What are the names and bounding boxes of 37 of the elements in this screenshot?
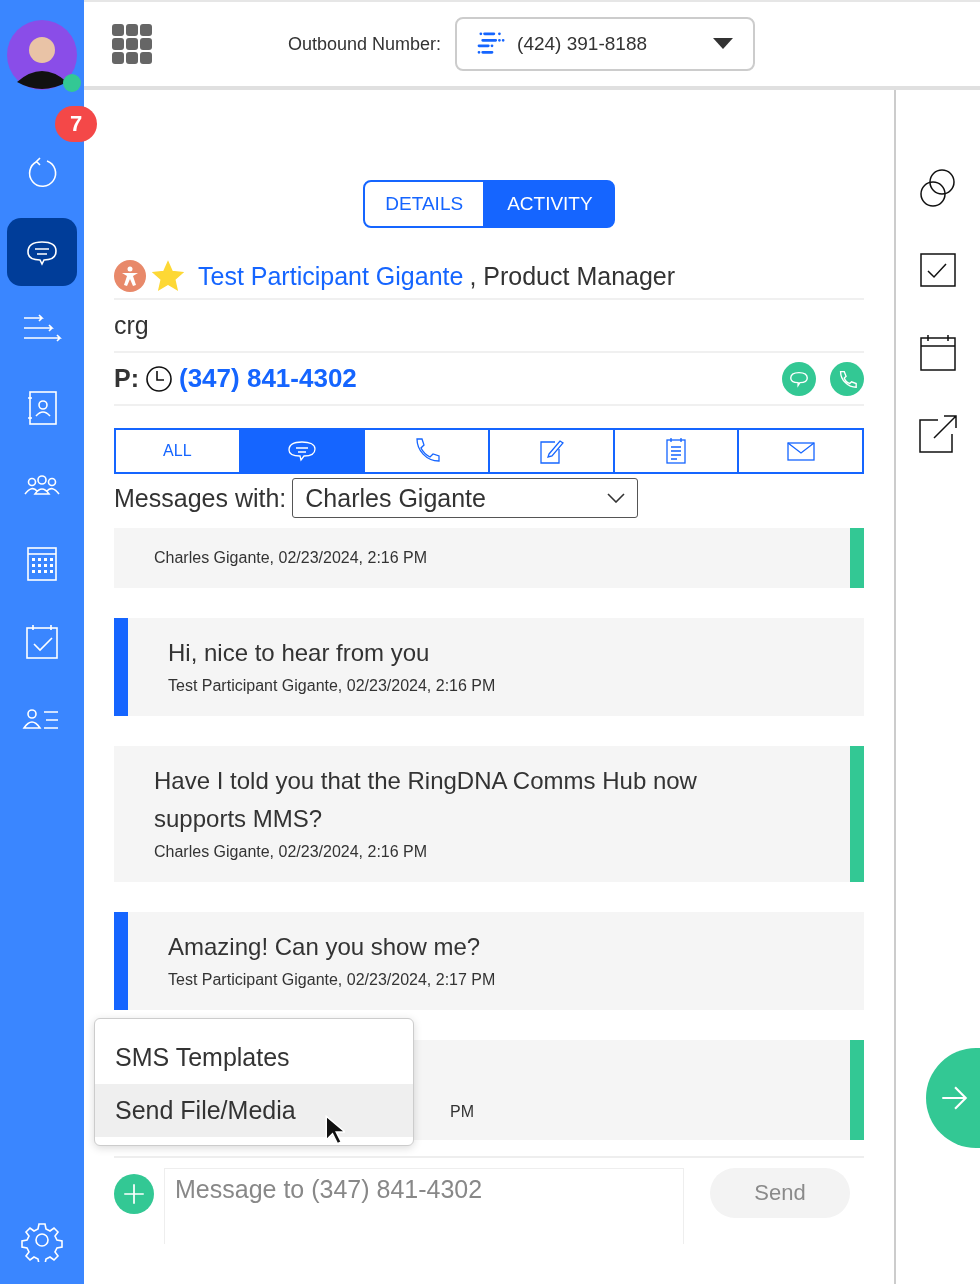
clock-icon — [145, 364, 173, 393]
message-text: Amazing! Can you show me? — [168, 932, 482, 962]
phone-link[interactable]: (347) 841-4302 — [179, 363, 357, 394]
company-name: crg — [114, 311, 149, 340]
message-meta: Charles Gigante, 02/23/2024, 2:16 PM — [154, 549, 428, 566]
participant-dropdown[interactable]: Charles Gigante — [292, 478, 639, 518]
message-input[interactable]: Message to (347) 841-4302 — [164, 1168, 684, 1244]
message-meta: Charles Gigante, 02/23/2024, 2:16 PM — [154, 843, 428, 860]
menu-item[interactable]: Send File/Media — [95, 1084, 413, 1137]
person-icon — [114, 260, 146, 292]
star-icon[interactable] — [152, 260, 184, 292]
phone-label: P: — [114, 364, 139, 393]
plus-icon — [121, 1181, 147, 1207]
add-button[interactable] — [114, 1174, 154, 1214]
sms-filter-tab[interactable] — [240, 430, 366, 472]
outbound-number-dropdown[interactable]: (424) 391-8188 — [455, 17, 756, 71]
avatar[interactable] — [7, 20, 77, 90]
outbound-label: Outbound Number: — [288, 33, 442, 55]
message-meta: Test Participant Gigante, 02/23/2024, 2:17 PM — [168, 971, 496, 988]
caret-icon — [713, 38, 734, 50]
messages-nav-button[interactable] — [7, 218, 77, 286]
menu-item[interactable]: SMS Templates — [95, 1031, 413, 1084]
contact-name-link[interactable]: Test Participant Gigante — [198, 261, 464, 291]
notification-badge: 7 — [55, 106, 97, 142]
app-grid-icon[interactable] — [112, 24, 152, 64]
message-text: Hi, nice to hear from you — [168, 638, 431, 668]
view-tab[interactable]: ACTIVITY — [485, 180, 615, 228]
call-button[interactable] — [830, 361, 864, 396]
chevron-down-icon — [607, 493, 626, 503]
message-text: Have I told you that the RingDNA Comms Hub now supports MMS? — [154, 766, 698, 834]
messages-with-label: Messages with: — [114, 483, 287, 513]
message-meta: Test Participant Gigante, 02/23/2024, 2:16 PM — [168, 677, 496, 694]
message-meta: PM — [450, 1103, 474, 1120]
sms-button[interactable] — [782, 361, 816, 396]
external-link-icon[interactable] — [916, 412, 960, 456]
contact-title: , Product Manager — [469, 261, 676, 291]
view-tab[interactable]: DETAILS — [363, 180, 486, 228]
